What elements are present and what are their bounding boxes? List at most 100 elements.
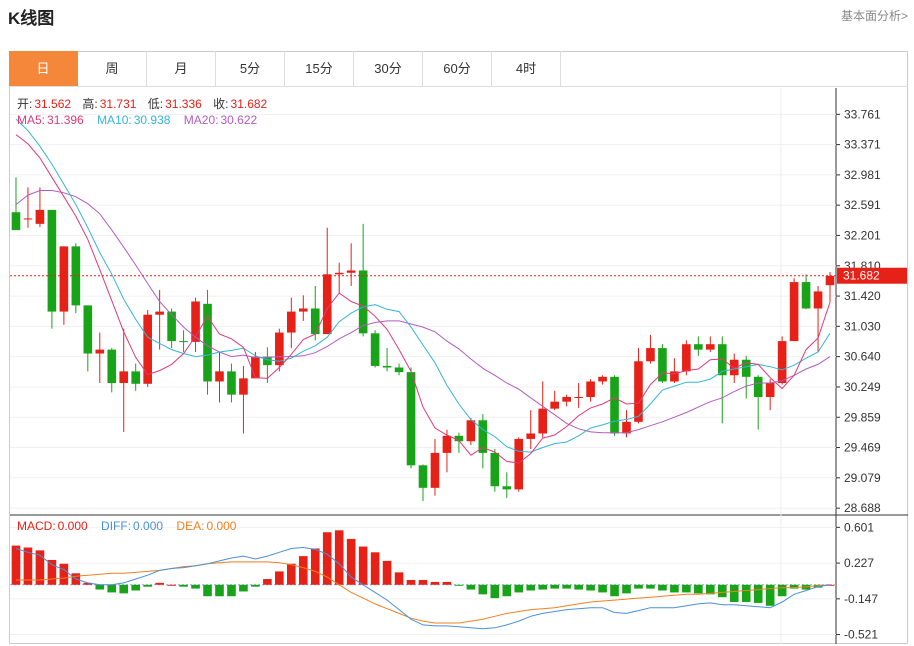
candle-body xyxy=(358,270,368,334)
macd-bar xyxy=(717,584,727,598)
ma5-line xyxy=(15,134,831,464)
candle-body xyxy=(682,344,691,372)
macd-bar xyxy=(131,584,141,591)
macd-bar xyxy=(658,584,667,591)
candle-body xyxy=(263,356,272,366)
macd-bar xyxy=(167,584,176,586)
macd-bar xyxy=(634,584,643,589)
candle-body xyxy=(741,359,751,377)
candle-body xyxy=(47,209,57,312)
high-label: 高: xyxy=(82,97,98,111)
price-tick-label: 30.640 xyxy=(844,350,881,364)
price-tick-label: 32.981 xyxy=(844,168,881,182)
macd-bar xyxy=(442,581,452,585)
macd-readout: MACD: 0.000 DIFF: 0.000 DEA: 0.000 xyxy=(17,519,238,533)
candle-body xyxy=(705,344,715,350)
candle-body xyxy=(574,396,583,398)
candle-body xyxy=(406,372,416,466)
macd-bar xyxy=(753,584,763,603)
price-tick-label: 28.688 xyxy=(844,501,881,515)
ma5-label: MA5: xyxy=(17,113,46,127)
close-label: 收: xyxy=(213,97,229,111)
macd-bar xyxy=(538,584,548,590)
candle-body xyxy=(646,348,655,362)
macd-bar xyxy=(670,584,679,593)
candle-body xyxy=(310,308,320,335)
ma5-value: 31.396 xyxy=(47,113,84,127)
price-tick-label: 29.859 xyxy=(844,410,881,424)
price-tick-label: 29.079 xyxy=(844,471,881,485)
macd-bar xyxy=(263,579,272,585)
candle-body xyxy=(550,401,559,409)
macd-bar xyxy=(574,584,583,590)
candle-body xyxy=(298,308,308,312)
macd-bar xyxy=(550,584,559,589)
candle-body xyxy=(598,376,607,382)
candle-body xyxy=(789,282,799,342)
price-tick-label: 31.030 xyxy=(844,319,881,333)
candle-body xyxy=(131,371,141,384)
candle-body xyxy=(777,341,787,384)
macd-value: 0.000 xyxy=(57,519,88,533)
macd-bar xyxy=(47,559,57,585)
macd-bar xyxy=(119,584,129,594)
candle-body xyxy=(610,376,619,434)
candle-body xyxy=(95,349,105,354)
macd-bar xyxy=(11,545,21,585)
candle-body xyxy=(801,282,811,309)
price-tick-label: 32.201 xyxy=(844,228,881,242)
macd-bar xyxy=(682,584,691,593)
candle-body xyxy=(502,486,512,490)
ma20-label: MA20: xyxy=(183,113,219,127)
ma10-value: 30.938 xyxy=(133,113,171,127)
high-value: 31.731 xyxy=(99,97,137,111)
macd-bar xyxy=(694,584,703,594)
macd-bar xyxy=(454,584,464,586)
macd-bar xyxy=(466,584,476,590)
price-tick-label: 32.591 xyxy=(844,198,881,212)
candle-body xyxy=(694,344,703,350)
macd-tick-label: -0.521 xyxy=(844,628,878,642)
macd-bar xyxy=(251,584,260,587)
macd-bar xyxy=(646,584,655,589)
price-tick-label: 29.469 xyxy=(844,441,881,455)
macd-bar xyxy=(275,571,284,585)
candle-body xyxy=(119,371,129,384)
macd-tick-label: -0.147 xyxy=(844,592,878,606)
candle-body xyxy=(251,356,260,379)
macd-bar xyxy=(215,584,224,597)
macd-bar xyxy=(95,584,105,590)
candle-body xyxy=(466,420,476,442)
candle-body xyxy=(514,438,524,490)
macd-bar xyxy=(478,584,488,595)
macd-bar xyxy=(514,584,524,593)
candle-body xyxy=(215,371,224,382)
ma20-value: 30.622 xyxy=(220,113,258,127)
macd-bar xyxy=(179,584,188,587)
candle-body xyxy=(825,275,835,286)
macd-bar xyxy=(418,580,428,585)
macd-bar xyxy=(239,584,248,592)
candle-body xyxy=(179,341,188,343)
dea-value: 0.000 xyxy=(206,519,237,533)
low-label: 低: xyxy=(147,97,164,111)
macd-bar xyxy=(191,584,200,589)
candle-body xyxy=(107,349,117,384)
candle-body xyxy=(394,367,404,373)
candle-body xyxy=(167,311,176,342)
macd-bar xyxy=(203,584,212,597)
open-label: 开: xyxy=(17,97,33,111)
candle-body xyxy=(538,408,548,434)
price-tick-label: 31.420 xyxy=(844,289,881,303)
macd-bar xyxy=(155,582,164,585)
macd-bar xyxy=(406,580,416,585)
dea-label: DEA: xyxy=(176,519,205,533)
candle-body xyxy=(586,381,595,397)
macd-bar xyxy=(610,584,619,597)
macd-bar xyxy=(310,548,320,585)
candle-body xyxy=(562,396,571,402)
macd-bar xyxy=(59,563,69,585)
close-value: 31.682 xyxy=(230,97,268,111)
low-value: 31.336 xyxy=(165,97,202,111)
macd-bar xyxy=(358,546,368,585)
